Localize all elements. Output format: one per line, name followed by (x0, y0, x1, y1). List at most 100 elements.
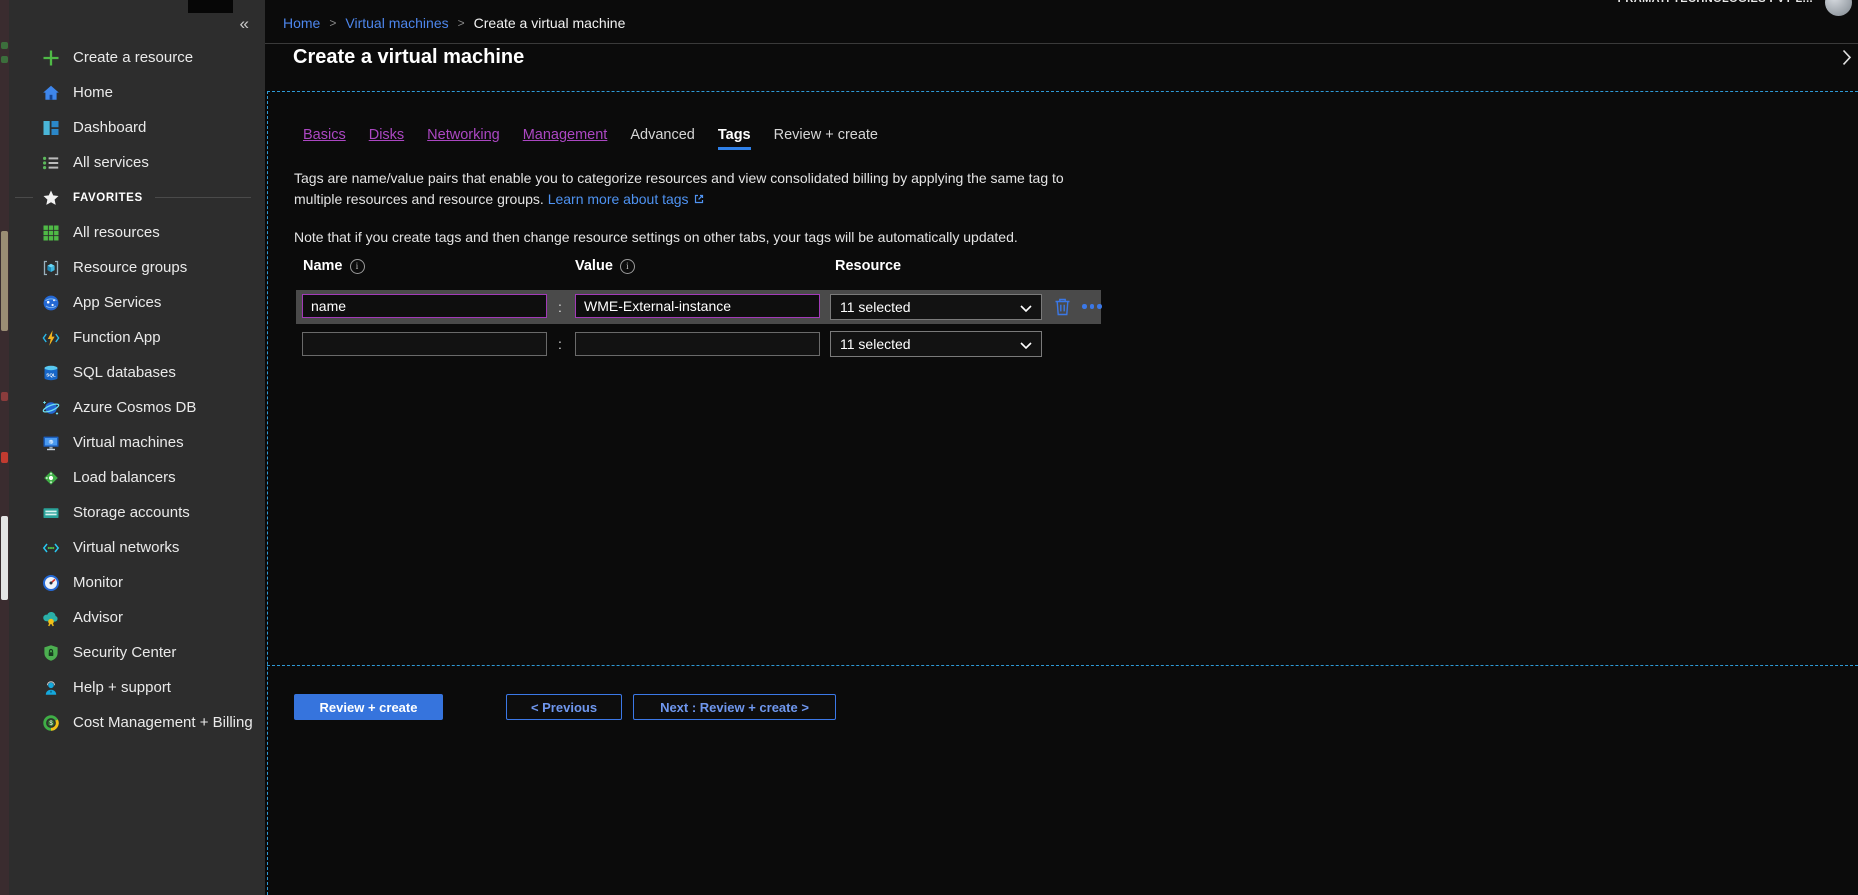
sidebar-item-label: Help + support (73, 679, 171, 696)
sidebar-item-azure-cosmos-db[interactable]: Azure Cosmos DB (9, 390, 265, 425)
tags-note: Note that if you create tags and then ch… (294, 229, 1018, 245)
divider (15, 197, 33, 198)
services-list-icon (42, 154, 60, 172)
sidebar-item-label: App Services (73, 294, 161, 311)
cloud-advisor-icon (42, 609, 60, 627)
tenant-name[interactable]: PRAMATI TECHNOLOGIES PVT L... (1618, 0, 1813, 5)
cube-icon (42, 259, 60, 277)
focus-border-top (267, 91, 1858, 92)
breadcrumb: Home > Virtual machines > Create a virtu… (283, 15, 625, 31)
sliver-fragment (1, 392, 8, 401)
sidebar-item-label: Create a resource (73, 49, 193, 66)
next-button[interactable]: Next : Review + create > (633, 694, 836, 720)
tab-disks[interactable]: Disks (369, 127, 404, 150)
sidebar-item-all-services[interactable]: All services (9, 145, 265, 180)
sidebar-item-label: Virtual networks (73, 539, 179, 556)
tab-tags[interactable]: Tags (718, 127, 751, 150)
tag-row: : 11 selected (296, 329, 1101, 359)
breadcrumb-separator: > (458, 16, 465, 30)
column-header-value: Value i (575, 258, 635, 274)
azure-portal-window: « Create a resource Home Dashboard (0, 0, 1858, 895)
grid-icon (42, 224, 60, 242)
sidebar-item-label: Advisor (73, 609, 123, 626)
delete-tag-icon[interactable] (1054, 297, 1071, 316)
sliver-fragment (1, 42, 8, 49)
previous-button[interactable]: < Previous (506, 694, 622, 720)
sidebar-item-home[interactable]: Home (9, 75, 265, 110)
sidebar-item-label: Security Center (73, 644, 176, 661)
svg-text:SQL: SQL (46, 372, 56, 377)
avatar[interactable] (1825, 0, 1852, 16)
dashboard-icon (42, 119, 60, 137)
tab-management[interactable]: Management (523, 127, 608, 150)
sidebar-item-label: All resources (73, 224, 160, 241)
sidebar-item-label: All services (73, 154, 149, 171)
sidebar-item-all-resources[interactable]: All resources (9, 215, 265, 250)
resource-dropdown[interactable]: 11 selected (830, 294, 1042, 320)
gauge-icon (42, 574, 60, 592)
wizard-tabs: Basics Disks Networking Management Advan… (303, 127, 878, 150)
resource-dropdown[interactable]: 11 selected (830, 331, 1042, 357)
column-header-name: Name i (303, 258, 365, 274)
person-headset-icon (42, 679, 60, 697)
sidebar-item-create-a-resource[interactable]: Create a resource (9, 40, 265, 75)
cost-donut-icon: $ (42, 714, 60, 732)
sidebar-item-dashboard[interactable]: Dashboard (9, 110, 265, 145)
external-link-icon (693, 190, 705, 211)
sidebar-item-resource-groups[interactable]: Resource groups (9, 250, 265, 285)
sidebar-item-virtual-machines[interactable]: Virtual machines (9, 425, 265, 460)
more-options-icon[interactable] (1082, 304, 1102, 309)
sidebar-item-label: Cost Management + Billing (73, 714, 253, 731)
sidebar-item-app-services[interactable]: App Services (9, 285, 265, 320)
tags-table: Name i Value i Resource : 11 selected (294, 258, 1124, 359)
tab-review-create[interactable]: Review + create (774, 127, 878, 150)
main-content: PRAMATI TECHNOLOGIES PVT L... Home > Vir… (265, 0, 1858, 895)
sidebar-item-function-app[interactable]: Function App (9, 320, 265, 355)
page-title: Create a virtual machine (293, 46, 524, 69)
learn-more-link[interactable]: Learn more about tags (548, 191, 705, 207)
chevron-right-icon[interactable] (1842, 49, 1852, 66)
sidebar-nav: Create a resource Home Dashboard All ser… (9, 40, 265, 740)
background-window-sliver (0, 0, 9, 895)
review-create-button[interactable]: Review + create (294, 694, 443, 720)
sidebar-item-advisor[interactable]: Advisor (9, 600, 265, 635)
tab-advanced[interactable]: Advanced (630, 127, 695, 150)
resource-dropdown-value: 11 selected (840, 336, 911, 352)
sidebar-item-virtual-networks[interactable]: Virtual networks (9, 530, 265, 565)
lightning-icon (42, 329, 60, 347)
tags-table-header: Name i Value i Resource (294, 258, 1124, 284)
tag-name-input[interactable] (302, 332, 547, 356)
tag-value-input[interactable] (575, 294, 820, 318)
monitor-screen-icon (42, 434, 60, 452)
sidebar-item-label: Load balancers (73, 469, 176, 486)
sliver-fragment (1, 231, 8, 331)
sidebar-item-monitor[interactable]: Monitor (9, 565, 265, 600)
chevron-down-icon (1020, 299, 1032, 315)
info-icon[interactable]: i (620, 259, 635, 274)
plus-icon (42, 49, 60, 67)
tab-networking[interactable]: Networking (427, 127, 500, 150)
topbar-notch (188, 0, 233, 13)
info-icon[interactable]: i (350, 259, 365, 274)
sidebar-item-label: Function App (73, 329, 161, 346)
sidebar-item-help-support[interactable]: Help + support (9, 670, 265, 705)
breadcrumb-virtual-machines[interactable]: Virtual machines (345, 15, 448, 31)
sidebar-item-security-center[interactable]: Security Center (9, 635, 265, 670)
sidebar-item-cost-management-billing[interactable]: $ Cost Management + Billing (9, 705, 265, 740)
breadcrumb-current: Create a virtual machine (474, 15, 626, 31)
breadcrumb-home[interactable]: Home (283, 15, 320, 31)
name-value-separator: : (550, 290, 570, 324)
sidebar-collapse-button[interactable]: « (240, 14, 249, 34)
sidebar-item-label: SQL databases (73, 364, 176, 381)
sidebar-item-storage-accounts[interactable]: Storage accounts (9, 495, 265, 530)
tag-value-input[interactable] (575, 332, 820, 356)
tag-name-input[interactable] (302, 294, 547, 318)
planet-icon (42, 399, 60, 417)
sidebar-item-sql-databases[interactable]: SQL SQL databases (9, 355, 265, 390)
sliver-fragment (1, 452, 8, 463)
sidebar-item-load-balancers[interactable]: Load balancers (9, 460, 265, 495)
network-brackets-icon (42, 539, 60, 557)
sidebar-item-label: Virtual machines (73, 434, 184, 451)
diamond-icon (42, 469, 60, 487)
tab-basics[interactable]: Basics (303, 127, 346, 150)
